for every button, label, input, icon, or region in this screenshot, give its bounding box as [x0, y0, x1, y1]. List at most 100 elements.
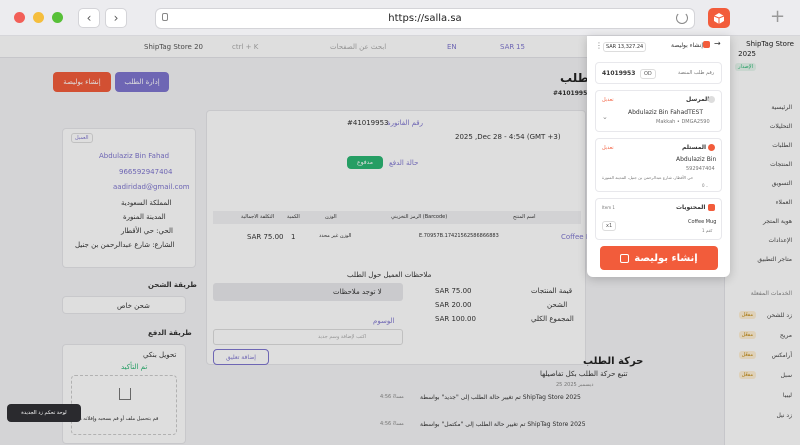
new-dashboard-toast[interactable]: لوحة تحكم زد الجديدة	[7, 404, 81, 422]
sidebar-item-app-stores[interactable]: متاجر التطبيق	[757, 256, 792, 263]
sidebar-app-4[interactable]: سبل	[781, 372, 792, 379]
sidebar-section-title: الخدمات المفعلة	[750, 290, 792, 297]
recipient-zip: 0 ..	[702, 183, 709, 188]
recipient-edit-button[interactable]: تعديل	[602, 145, 614, 151]
add-comment-button[interactable]: إضافة تعليق	[213, 349, 269, 365]
parcel-box: المحتويات Item 1 Coffee Mug 1 كغم x1	[595, 198, 722, 240]
table-header-barcode: الرمز التخزيني (Barcode)	[391, 214, 448, 220]
store-switcher[interactable]: ShipTag Store 20	[144, 43, 203, 51]
item-price: SAR 75.00	[247, 233, 284, 241]
sidebar-badge: الإصدار	[735, 63, 756, 71]
movement-entry: تم تغيير حالة الطلب إلى "جديد" بواسطة Sh…	[420, 394, 581, 401]
create-shipment-button[interactable]: إنشاء بوليصة	[53, 72, 111, 92]
item-weight: الوزن غير محدد	[319, 233, 352, 239]
invoice-value: #41019953	[347, 119, 389, 127]
sender-label: المرسل	[686, 96, 710, 103]
recipient-label: المستلم	[682, 144, 707, 151]
total-value: SAR 20.00	[435, 301, 472, 309]
payment-status: تم التأكيد	[121, 363, 148, 371]
back-button[interactable]: ‹	[78, 8, 100, 28]
sidebar-app-6[interactable]: زد نيل	[776, 412, 792, 419]
new-tab-icon[interactable]: +	[770, 6, 785, 27]
platform-order-box: رقم طلب المنصة 41019953 OD	[595, 62, 722, 84]
popup-menu-icon[interactable]: ⋮	[595, 41, 603, 50]
sidebar-item-identity[interactable]: هوية المتجر	[763, 218, 792, 225]
customer-card: العميل Abdulaziz Bin Fahad 966592947404 …	[62, 128, 196, 268]
customer-name[interactable]: Abdulaziz Bin Fahad	[99, 152, 169, 160]
movement-entry: تم تغيير حالة الطلب إلى "مكتمل" بواسطة S…	[420, 421, 586, 428]
sender-box: المرسل تعديل Abdulaziz Bin FahadTEST Mak…	[595, 90, 722, 132]
sidebar-item-settings[interactable]: الإعدادات	[769, 237, 792, 244]
movement-subtitle: تتبع حركة الطلب بكل تفاصيلها	[540, 370, 628, 378]
sender-icon	[708, 96, 715, 103]
sidebar-item-marketing[interactable]: التسويق	[772, 180, 792, 187]
back-arrow-icon[interactable]: →	[714, 39, 721, 48]
tab-customer[interactable]: العميل	[71, 133, 93, 143]
shipping-method-box: شحن خاص	[62, 296, 186, 314]
reload-icon[interactable]	[676, 12, 688, 24]
customer-district: الحي: حي الأقطار	[121, 227, 173, 235]
search-input[interactable]: ابحث عن الصفحات	[330, 43, 386, 51]
customer-city: المدينة المنورة	[123, 213, 166, 221]
total-label: قيمة المنتجات	[531, 287, 573, 295]
tags-placeholder: اكتب لإضافة وسم جديد	[318, 334, 367, 340]
totals: قيمة المنتجات SAR 75.00 الشحن SAR 20.00 …	[427, 281, 577, 331]
maximize-window-icon[interactable]	[52, 12, 63, 23]
sidebar-item-home[interactable]: الرئيسية	[771, 104, 792, 111]
parcel-label: المحتويات	[676, 204, 706, 211]
payment-method-label: طريقة الدفع	[148, 329, 192, 337]
sender-address: Makkah • DMGA2590	[656, 119, 710, 125]
create-shipment-popup: ⋮ SAR 13,327.24 إنشاء بوليصة → رقم طلب ا…	[587, 36, 730, 277]
tags-input[interactable]: اكتب لإضافة وسم جديد	[213, 329, 403, 345]
payment-status-label: حالة الدفع	[389, 159, 419, 167]
table-header-weight: الوزن	[325, 214, 337, 220]
sidebar-item-customers[interactable]: العملاء	[776, 199, 792, 206]
app-status-pill: مفعّل	[738, 331, 756, 339]
recipient-address: حي الأقطار، شارع عبدالرحمن بن جنيل، المد…	[602, 175, 694, 180]
customer-email[interactable]: aadiridad@gmail.com	[113, 183, 190, 191]
customer-street: الشارع: شارع عبدالرحمن بن جنيل	[75, 241, 175, 249]
sidebar-store-name: ShipTag Store	[746, 40, 794, 48]
upload-icon	[119, 388, 131, 400]
sidebar-app-1[interactable]: زد للشحن	[767, 312, 792, 319]
table-header-product: اسم المنتج	[513, 214, 536, 220]
parcel-weight: 1 كغم	[702, 228, 713, 233]
customer-phone[interactable]: 966592947404	[119, 168, 172, 176]
payment-status-button[interactable]: مدفوع	[347, 156, 383, 169]
invoice-label: رقم الفاتورة	[387, 119, 423, 127]
popup-title: إنشاء بوليصة	[671, 42, 704, 49]
address-bar[interactable]: https://salla.sa	[155, 8, 695, 29]
sidebar-item-products[interactable]: المنتجات	[770, 161, 792, 168]
upload-dropzone[interactable]: قم بتحميل ملف أو قم بسحبه وإفلاته هنا	[71, 375, 177, 435]
table-header-qty: الكمية	[287, 214, 300, 220]
currency-label: SAR	[500, 43, 515, 51]
movement-title: حركة الطلب	[583, 356, 644, 367]
minimize-window-icon[interactable]	[33, 12, 44, 23]
extension-icon[interactable]	[708, 8, 730, 28]
sidebar-app-3[interactable]: أرامكس	[772, 352, 792, 359]
recipient-phone: 592947404	[686, 166, 715, 172]
movement-time: 4:56 مساءً	[380, 394, 404, 400]
table-header-total: التكلفة الاجمالية	[241, 214, 275, 220]
submit-shipment-button[interactable]: إنشاء بوليصة	[600, 246, 718, 270]
search-shortcut: ctrl + K	[232, 43, 259, 51]
chevron-down-icon[interactable]: ⌄	[602, 113, 608, 121]
forward-button[interactable]: ›	[105, 8, 127, 28]
order-number: #41019953	[553, 90, 592, 97]
wallet-balance: SAR 13,327.24	[603, 42, 647, 52]
browser-chrome: ‹ › https://salla.sa +	[0, 0, 800, 36]
app-status-pill: مفعّل	[738, 351, 756, 359]
no-notes: لا توجد ملاحظات	[333, 288, 382, 296]
sidebar-item-orders[interactable]: الطلبات	[772, 142, 792, 149]
payment-method-box: تحويل بنكي تم التأكيد قم بتحميل ملف أو ق…	[62, 344, 186, 444]
close-window-icon[interactable]	[14, 12, 25, 23]
sidebar-app-2[interactable]: مريح	[780, 332, 792, 339]
sidebar-app-5[interactable]: ليبيا	[783, 392, 792, 399]
sender-edit-button[interactable]: تعديل	[602, 97, 614, 103]
parcel-icon	[708, 204, 715, 211]
payment-method-value: تحويل بنكي	[143, 351, 177, 359]
sidebar-item-analytics[interactable]: التحليلات	[770, 123, 792, 130]
language-toggle[interactable]: EN	[447, 43, 457, 51]
manage-order-button[interactable]: إدارة الطلب	[115, 72, 169, 92]
customer-notes-box: لا توجد ملاحظات	[213, 283, 403, 301]
